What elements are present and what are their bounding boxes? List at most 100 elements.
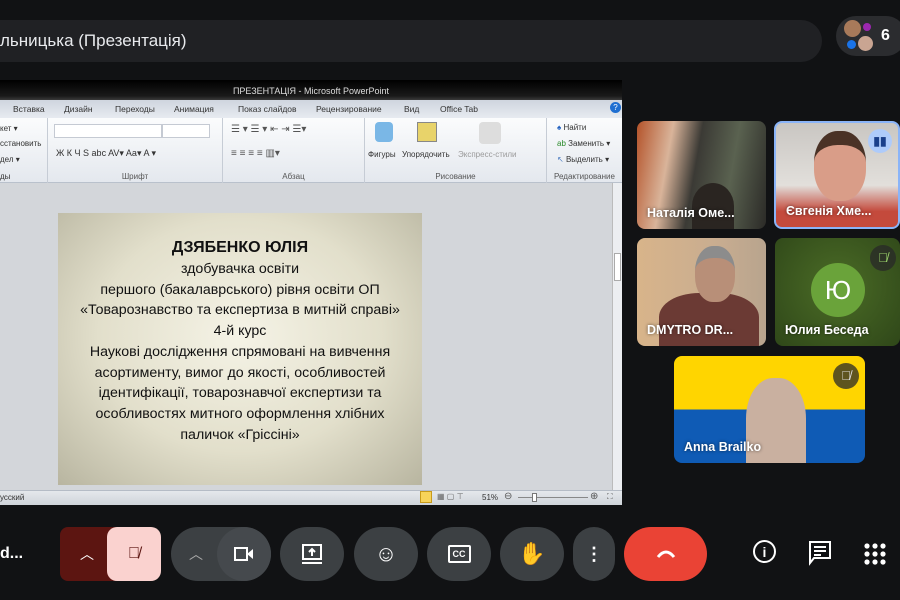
view-icons[interactable]: ▦ ▢ ⊤: [437, 492, 464, 501]
tab-insert[interactable]: Вставка: [13, 104, 45, 114]
ribbon-tabs: Вставка Дизайн Переходы Анимация Показ с…: [0, 100, 622, 118]
arrange-button[interactable]: Упорядочить: [402, 150, 450, 159]
meeting-name-truncated: d...: [0, 545, 24, 562]
zoom-in-icon[interactable]: ⊕: [590, 491, 598, 502]
chat-icon: [809, 541, 831, 566]
present-screen-button[interactable]: [280, 527, 344, 581]
help-icon[interactable]: ?: [610, 102, 621, 113]
more-vert-icon: ⋮: [585, 543, 603, 564]
camera-icon: [234, 547, 253, 561]
leave-call-button[interactable]: [624, 527, 707, 581]
editing-group: ♠ Найти ab Заменить ▾ ↖ Выделить ▾ Редак…: [547, 118, 622, 183]
quick-styles-button[interactable]: Экспресс-стили: [458, 150, 517, 159]
align-icons[interactable]: ≡ ≡ ≡ ≡ ▥▾: [231, 148, 280, 159]
tab-animation[interactable]: Анимация: [174, 104, 214, 114]
clipboard-group: кет ▾ сстановить дел ▾ ды: [0, 118, 48, 183]
raise-hand-button[interactable]: ✋: [500, 527, 564, 581]
zoom-slider[interactable]: [518, 497, 588, 498]
participant-tile[interactable]: 🎙̸ Anna Brailko: [674, 356, 865, 463]
speaking-indicator-icon: ▮▮: [868, 129, 892, 153]
participant-tile[interactable]: DMYTRO DR...: [637, 238, 766, 346]
section-button[interactable]: дел ▾: [0, 155, 20, 164]
participant-avatar: [844, 20, 861, 37]
apps-grid-icon: [864, 543, 886, 565]
tab-design[interactable]: Дизайн: [64, 104, 93, 114]
participant-video: [814, 131, 866, 201]
font-format-buttons[interactable]: Ж К Ч S abc AV▾ Aa▾ A ▾: [56, 148, 156, 159]
participant-count: 6: [881, 27, 890, 44]
select-button[interactable]: ↖ Выделить ▾: [557, 155, 609, 164]
slide-heading: ДЗЯБЕНКО ЮЛІЯ: [171, 239, 309, 256]
group-label: Абзац: [282, 172, 305, 181]
tab-transitions[interactable]: Переходы: [115, 104, 155, 114]
participant-avatar: [847, 40, 856, 49]
chat-button[interactable]: [808, 540, 832, 571]
arrange-icon: [417, 122, 437, 142]
participant-avatar: [858, 36, 873, 51]
participant-avatar: Ю: [811, 263, 865, 317]
participants-button[interactable]: [836, 16, 900, 56]
cursor-icon: ↖: [557, 155, 566, 164]
tab-view[interactable]: Вид: [404, 104, 419, 114]
reactions-button[interactable]: ☺: [354, 527, 418, 581]
participant-tile[interactable]: 🎙̸ Ю Юлия Беседа: [775, 238, 900, 346]
participant-tile[interactable]: Наталія Оме...: [637, 121, 766, 229]
scrollbar-thumb[interactable]: [614, 253, 621, 281]
shapes-button[interactable]: Фигуры: [368, 150, 396, 159]
list-icons[interactable]: ☰ ▾ ☰ ▾ ⇤ ⇥ ☰▾: [231, 124, 306, 135]
chevron-up-icon: ︿: [80, 546, 94, 562]
window-title: ПРЕЗЕНТАЦІЯ - Microsoft PowerPoint: [0, 80, 622, 100]
more-options-button[interactable]: ⋮: [573, 527, 615, 581]
activities-button[interactable]: [864, 543, 886, 570]
font-group: Ж К Ч S abc AV▾ Aa▾ A ▾ Шрифт: [48, 118, 223, 183]
group-label: ды: [0, 172, 11, 181]
chevron-up-icon: ︿: [189, 546, 203, 562]
meeting-title: льницька (Презентація): [0, 31, 187, 50]
zoom-level: 51%: [482, 493, 499, 502]
zoom-out-icon[interactable]: ⊖: [504, 491, 512, 502]
font-name-select[interactable]: [54, 124, 162, 138]
microphone-toggle-button[interactable]: 🎙̸: [107, 527, 161, 581]
slide: ДЗЯБЕНКО ЮЛІЯ здобувачка освіти першого …: [58, 213, 422, 485]
group-label: Рисование: [435, 172, 476, 181]
hang-up-icon: [656, 550, 675, 558]
tab-review[interactable]: Рецензирование: [316, 104, 382, 114]
group-label: Редактирование: [554, 172, 615, 181]
zoom-slider-thumb[interactable]: [532, 493, 537, 502]
participant-name: DMYTRO DR...: [647, 323, 734, 337]
layout-button[interactable]: кет ▾: [0, 124, 18, 133]
replace-label: Заменить ▾: [568, 139, 611, 148]
captions-button[interactable]: CC: [427, 527, 491, 581]
participant-face: [695, 246, 735, 302]
camera-toggle-button[interactable]: [217, 527, 271, 581]
tab-office-tab[interactable]: Office Tab: [440, 104, 478, 114]
slide-line: ідентифікації, товарознавчої експертизи …: [98, 385, 382, 402]
find-label: Найти: [563, 123, 587, 132]
select-label: Выделить ▾: [565, 155, 610, 164]
mic-off-icon: 🎙̸: [128, 545, 140, 562]
emoji-icon: ☺: [374, 541, 398, 566]
status-bar: усский ▦ ▢ ⊤ 51% ⊖ ⊕ ⛶: [0, 490, 622, 505]
find-button[interactable]: ♠ Найти: [557, 123, 586, 132]
slide-line: Наукові дослідження спрямовані на вивчен…: [89, 343, 391, 360]
closed-captions-icon: CC: [447, 545, 471, 563]
replace-icon: ab: [557, 139, 569, 148]
group-label: Шрифт: [121, 172, 149, 181]
info-icon: i: [753, 540, 776, 563]
slide-line: «Товарознавство та експертиза в митній с…: [80, 302, 400, 319]
replace-button[interactable]: ab Заменить ▾: [557, 139, 610, 148]
slide-line: здобувачка освіти: [180, 261, 300, 277]
fit-window-icon[interactable]: ⛶: [607, 492, 613, 502]
slide-line: паличок «Гріссіні»: [180, 426, 300, 443]
paragraph-group: ☰ ▾ ☰ ▾ ⇤ ⇥ ☰▾ ≡ ≡ ≡ ≡ ▥▾ Абзац: [223, 118, 365, 183]
meeting-details-button[interactable]: i: [753, 540, 776, 563]
participant-tile-speaking[interactable]: ▮▮ Євгенія Хме...: [774, 121, 900, 229]
participant-avatar: [863, 23, 871, 31]
ribbon: кет ▾ сстановить дел ▾ ды Ж К Ч S abc AV…: [0, 118, 622, 183]
tab-slideshow[interactable]: Показ слайдов: [238, 104, 297, 114]
vertical-scrollbar[interactable]: [612, 183, 622, 490]
font-size-select[interactable]: [162, 124, 210, 138]
normal-view-icon[interactable]: [420, 491, 432, 503]
participant-name: Anna Brailko: [684, 440, 762, 454]
reset-button[interactable]: сстановить: [0, 139, 41, 148]
